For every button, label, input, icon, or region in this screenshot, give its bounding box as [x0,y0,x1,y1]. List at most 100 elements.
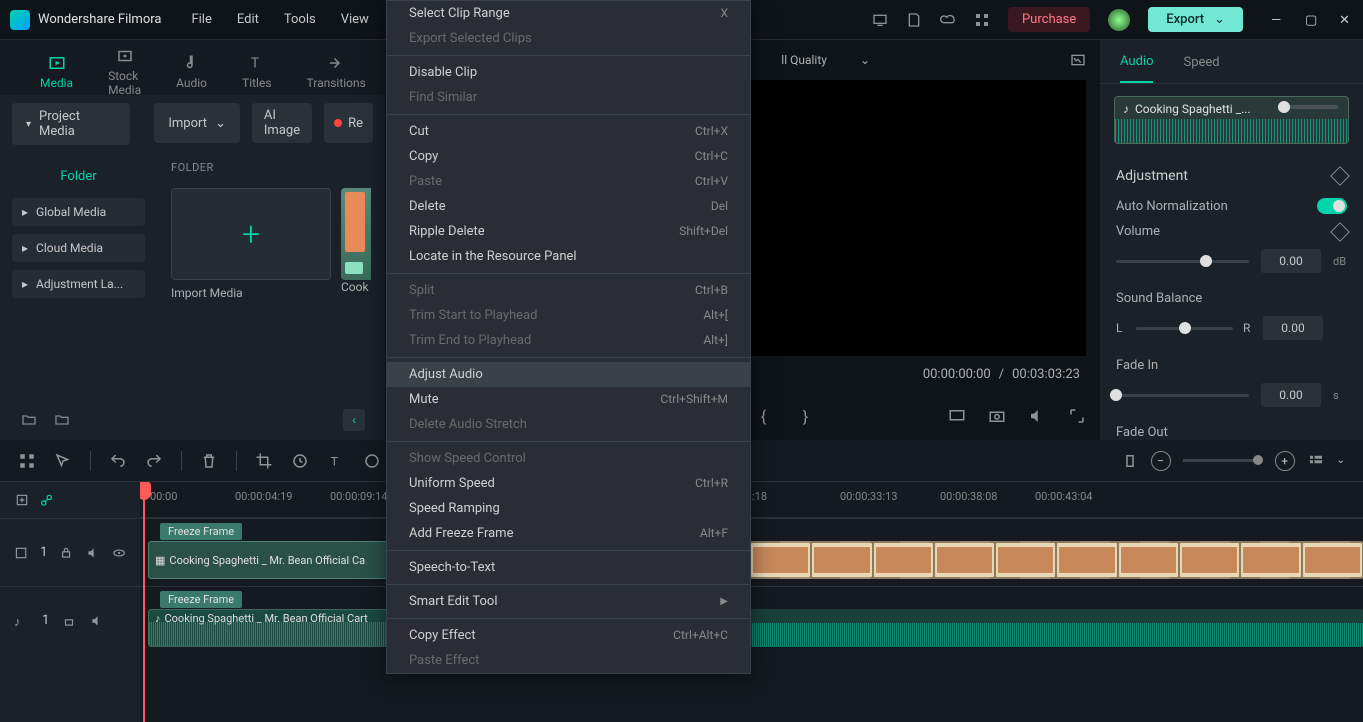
menu-item-speed-ramping[interactable]: Speed Ramping [387,496,750,521]
menu-item-copy-effect[interactable]: Copy EffectCtrl+Alt+C [387,623,750,648]
camera-icon[interactable] [988,407,1006,425]
fadein-value[interactable]: 0.00 [1261,383,1321,407]
inspector-tab-speed[interactable]: Speed [1183,41,1219,82]
tab-titles[interactable]: T Titles [242,54,271,90]
visibility-icon[interactable] [112,546,126,560]
reset-adjustment-icon[interactable] [1330,166,1350,186]
zoom-slider[interactable] [1183,459,1263,462]
video-clip[interactable]: ▦Cooking Spaghetti _ Mr. Bean Official C… [148,541,388,579]
ai-image-button[interactable]: AI Image [252,103,312,143]
zoom-out-icon[interactable]: − [1151,451,1171,471]
mute-icon[interactable] [89,614,105,628]
mute-icon[interactable] [86,546,100,560]
fadein-slider[interactable] [1116,394,1249,397]
menu-item-delete[interactable]: DeleteDel [387,194,750,219]
freeze-frame-tag[interactable]: Freeze Frame [160,523,242,540]
audio-track[interactable]: Freeze Frame ♪Cooking Spaghetti _ Mr. Be… [140,586,1363,654]
display-icon[interactable] [948,407,966,425]
new-folder-icon[interactable] [20,412,38,428]
maximize-button[interactable]: ▢ [1305,13,1319,27]
volume-icon[interactable] [1028,407,1046,425]
sidebar-item-adjustment-layer[interactable]: ▸ Adjustment La... [12,270,145,298]
lock-icon[interactable] [59,546,73,560]
crop-icon[interactable] [255,452,273,470]
volume-value[interactable]: 0.00 [1261,249,1321,273]
text-tool-icon[interactable]: T [327,452,345,470]
menu-item-speech-to-text[interactable]: Speech-to-Text [387,555,750,580]
balance-slider[interactable] [1136,327,1233,330]
link-icon[interactable]: ⚯ [35,489,58,512]
menu-item-ripple-delete[interactable]: Ripple DeleteShift+Del [387,219,750,244]
menu-item-add-freeze-frame[interactable]: Add Freeze FrameAlt+F [387,521,750,546]
tab-media[interactable]: Media [40,54,73,90]
audio-clip-continued[interactable] [750,609,1363,647]
auto-norm-toggle[interactable] [1317,198,1347,214]
project-media-dropdown[interactable]: ▾ Project Media [12,103,130,145]
timeline-options-icon[interactable] [18,452,36,470]
audio-clip-widget[interactable]: ♪ Cooking Spaghetti _... [1114,96,1349,144]
inspector-tab-audio[interactable]: Audio [1120,40,1153,83]
selection-tool-icon[interactable] [54,452,72,470]
menu-item-copy[interactable]: CopyCtrl+C [387,144,750,169]
menu-view[interactable]: View [341,12,369,27]
audio-clip[interactable]: ♪Cooking Spaghetti _ Mr. Bean Official C… [148,609,393,647]
volume-slider[interactable] [1116,260,1249,263]
cloud-icon[interactable] [940,12,956,28]
speed-icon[interactable] [291,452,309,470]
menu-edit[interactable]: Edit [237,12,259,27]
timeline-view-icon[interactable] [1307,452,1325,470]
video-track[interactable]: Freeze Frame ▦Cooking Spaghetti _ Mr. Be… [140,518,1363,586]
tab-audio[interactable]: Audio [176,54,207,90]
menu-item-disable-clip[interactable]: Disable Clip [387,60,750,85]
collapse-sidebar-button[interactable]: ‹ [343,409,365,431]
menu-item-uniform-speed[interactable]: Uniform SpeedCtrl+R [387,471,750,496]
marker-end-icon[interactable]: } [797,407,815,425]
folder-icon[interactable] [53,412,71,428]
add-track-icon[interactable] [14,493,30,507]
menu-item-adjust-audio[interactable]: Adjust Audio [387,362,750,387]
redo-icon[interactable] [145,452,163,470]
undo-icon[interactable] [109,452,127,470]
minimize-button[interactable]: — [1271,13,1285,27]
fullscreen-icon[interactable] [1068,407,1086,425]
freeze-frame-tag[interactable]: Freeze Frame [160,591,242,608]
clip-mini-slider[interactable] [1278,105,1338,109]
playhead[interactable] [143,482,145,722]
marker-icon[interactable]: { [755,407,773,425]
audio-track-header[interactable]: ♪ 1 [0,586,140,654]
menu-item-select-clip-range[interactable]: Select Clip RangeX [387,1,750,26]
video-clip-filmstrip[interactable] [750,541,1363,579]
menu-tools[interactable]: Tools [284,12,316,27]
close-button[interactable]: ✕ [1339,13,1353,27]
snapshot-icon[interactable] [1070,52,1086,68]
chevron-down-icon[interactable]: ⌄ [1337,455,1345,466]
mark-in-icon[interactable] [1121,452,1139,470]
import-button[interactable]: Import ⌄ [154,103,240,143]
import-media-tile[interactable]: + Import Media [171,188,331,300]
delete-icon[interactable] [200,452,218,470]
reset-volume-icon[interactable] [1330,222,1350,242]
video-track-header[interactable]: 1 [0,518,140,586]
apps-icon[interactable] [974,12,990,28]
tab-transitions[interactable]: Transitions [307,54,366,90]
media-clip-tile[interactable]: Cook [341,188,371,300]
sidebar-item-global-media[interactable]: ▸ Global Media [12,198,145,226]
record-button[interactable]: Re [324,103,373,143]
purchase-button[interactable]: Purchase [1008,7,1090,32]
user-avatar[interactable] [1108,9,1130,31]
zoom-in-icon[interactable]: + [1275,451,1295,471]
timeline-tracks[interactable]: 00:0000:00:04:1900:00:09:14:1800:00:33:1… [140,482,1363,722]
menu-item-smart-edit-tool[interactable]: Smart Edit Tool▶ [387,589,750,614]
timeline-ruler[interactable]: 00:0000:00:04:1900:00:09:14:1800:00:33:1… [140,482,1363,518]
tab-stock-media[interactable]: Stock Media [108,47,141,97]
save-icon[interactable] [906,12,922,28]
menu-item-cut[interactable]: CutCtrl+X [387,119,750,144]
menu-file[interactable]: File [191,12,211,27]
balance-value[interactable]: 0.00 [1263,316,1323,340]
color-tool-icon[interactable] [363,452,381,470]
lock-icon[interactable] [61,614,77,628]
device-icon[interactable] [872,12,888,28]
menu-item-locate-in-the-resource-panel[interactable]: Locate in the Resource Panel [387,244,750,269]
menu-item-mute[interactable]: MuteCtrl+Shift+M [387,387,750,412]
export-button[interactable]: Export ⌄ [1148,7,1243,32]
